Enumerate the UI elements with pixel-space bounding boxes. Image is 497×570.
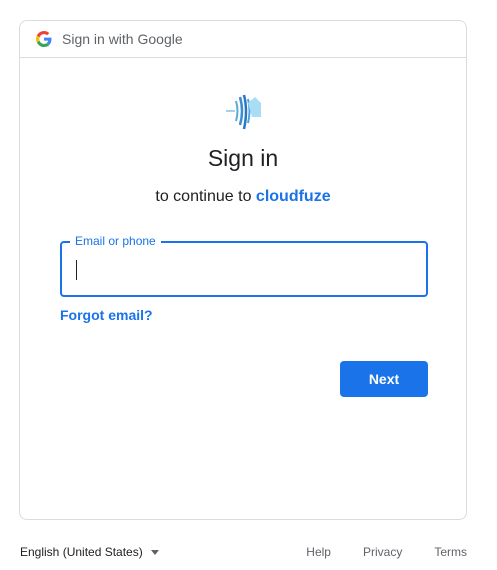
next-button[interactable]: Next xyxy=(340,361,428,397)
subtitle-prefix: to continue to xyxy=(155,188,252,205)
terms-link[interactable]: Terms xyxy=(434,545,467,559)
page-subtitle: to continue to cloudfuze xyxy=(20,188,466,206)
forgot-email-link[interactable]: Forgot email? xyxy=(60,307,153,323)
sign-in-card: Sign in with Google Sign in to continue … xyxy=(19,20,467,520)
email-input[interactable] xyxy=(76,257,410,283)
dropdown-arrow-icon xyxy=(150,549,159,555)
email-field-label: Email or phone xyxy=(70,234,161,248)
footer-links: Help Privacy Terms xyxy=(274,545,467,559)
language-label: English (United States) xyxy=(20,545,143,559)
text-cursor xyxy=(76,260,77,280)
privacy-link[interactable]: Privacy xyxy=(363,545,402,559)
cloudfuze-logo-icon xyxy=(226,94,261,130)
email-field[interactable]: Email or phone xyxy=(60,234,428,297)
app-name-link[interactable]: cloudfuze xyxy=(256,188,331,205)
language-selector[interactable]: English (United States) xyxy=(20,545,159,559)
header-title: Sign in with Google xyxy=(62,31,183,47)
help-link[interactable]: Help xyxy=(306,545,331,559)
page-title: Sign in xyxy=(207,145,279,171)
card-header: Sign in with Google xyxy=(20,21,466,58)
google-g-icon xyxy=(36,31,52,47)
